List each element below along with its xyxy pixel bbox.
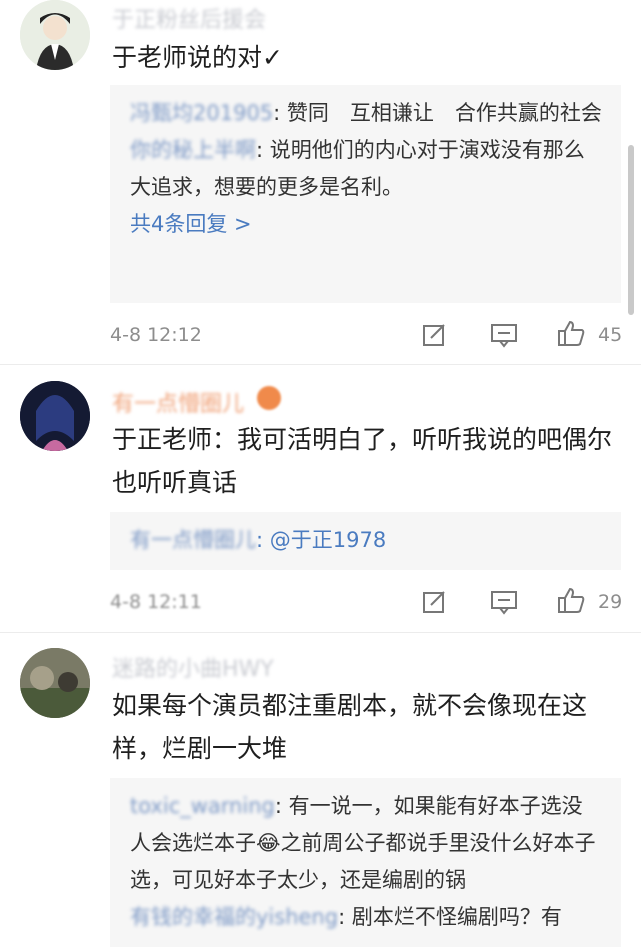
vip-badge-icon — [257, 386, 281, 410]
reply-box[interactable]: 冯甄均201905: 赞同 互相谦让 合作共赢的社会 你的秘上半啊: 说明他们的… — [110, 85, 621, 303]
reply-item[interactable]: 你的秘上半啊: 说明他们的内心对于演戏没有那么大追求，想要的更多是名利。 — [130, 132, 603, 206]
avatar-image — [20, 0, 90, 70]
divider — [0, 632, 641, 633]
avatar[interactable] — [20, 381, 90, 451]
comment-icon[interactable] — [490, 589, 518, 615]
reply-username[interactable]: toxic_warning — [130, 794, 275, 818]
comment-text: 如果每个演员都注重剧本，就不会像现在这样，烂剧一大堆 — [112, 691, 588, 763]
thumbs-up-icon[interactable] — [556, 585, 586, 615]
reply-username[interactable]: 你的秘上半啊 — [130, 138, 256, 162]
reply-username[interactable]: 有一点懵圈儿 — [130, 528, 256, 552]
like-count: 45 — [598, 324, 623, 346]
comment-text: 于老师说的对✓ — [112, 43, 283, 72]
reply-text: : 赞同 互相谦让 合作共赢的社会 — [273, 101, 602, 125]
share-icon[interactable] — [422, 322, 448, 348]
share-icon[interactable] — [422, 589, 448, 615]
like-count: 29 — [598, 591, 623, 613]
avatar[interactable] — [20, 648, 90, 718]
username[interactable]: 迷路的小曲HWY — [112, 651, 274, 683]
comment-meta: 4-8 12:11 29 — [110, 585, 623, 619]
timestamp: 4-8 12:11 — [110, 591, 202, 613]
thumbs-up-icon[interactable] — [556, 318, 586, 348]
reply-item[interactable]: 有钱的幸福的yisheng: 剧本烂不怪编剧吗？有 — [130, 899, 603, 936]
divider — [0, 364, 641, 365]
reply-text: : @于正1978 — [256, 528, 387, 552]
scrollbar[interactable] — [628, 145, 634, 315]
username[interactable]: 于正粉丝后援会 — [112, 2, 266, 34]
avatar-image — [20, 381, 90, 451]
avatar[interactable] — [20, 0, 90, 70]
username[interactable]: 有一点懵圈儿 — [112, 386, 244, 418]
reply-item[interactable]: toxic_warning: 有一说一，如果能有好本子选没人会选烂本子😂之前周公… — [130, 788, 603, 899]
more-replies-link[interactable]: 共4条回复 > — [130, 206, 603, 243]
timestamp: 4-8 12:12 — [110, 324, 202, 346]
reply-username[interactable]: 有钱的幸福的yisheng — [130, 905, 338, 929]
comment-icon[interactable] — [490, 322, 518, 348]
avatar-image — [20, 648, 90, 718]
comment-text: 于正老师：我可活明白了，听听我说的吧偶尔也听听真话 — [112, 425, 613, 497]
reply-username[interactable]: 冯甄均201905 — [130, 101, 273, 125]
comment-meta: 4-8 12:12 45 — [110, 318, 623, 352]
reply-text: : 剧本烂不怪编剧吗？有 — [338, 905, 562, 929]
reply-box[interactable]: 有一点懵圈儿: @于正1978 — [110, 512, 621, 570]
reply-item[interactable]: 冯甄均201905: 赞同 互相谦让 合作共赢的社会 — [130, 95, 603, 132]
reply-item[interactable]: 有一点懵圈儿: @于正1978 — [130, 522, 603, 559]
reply-box[interactable]: toxic_warning: 有一说一，如果能有好本子选没人会选烂本子😂之前周公… — [110, 778, 621, 947]
